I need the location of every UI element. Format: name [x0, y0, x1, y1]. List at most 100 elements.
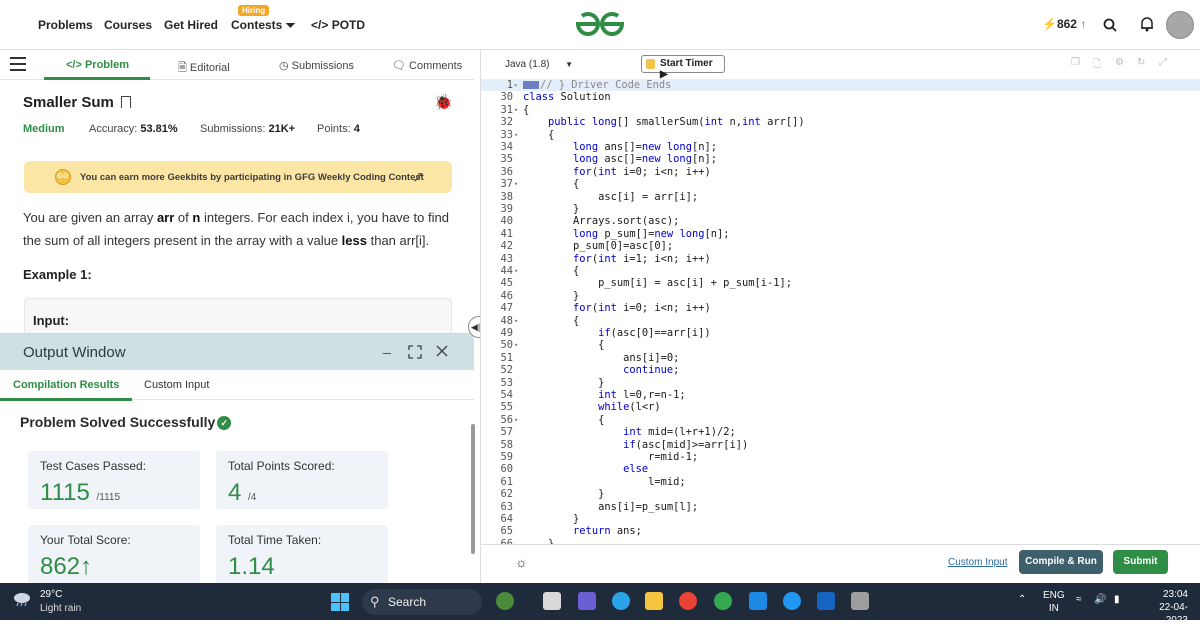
code-line[interactable]: 42 p_sum[0]=asc[0]; — [481, 240, 1200, 252]
code-line[interactable]: 38 asc[i] = arr[i]; — [481, 191, 1200, 203]
tab-comments[interactable]: 🗨 Comments — [392, 59, 462, 72]
code-line[interactable]: 48 ▾ { — [481, 315, 1200, 327]
code-line[interactable]: 45 p_sum[i] = asc[i] + p_sum[i-1]; — [481, 277, 1200, 289]
store-icon[interactable] — [749, 592, 767, 610]
code-line[interactable]: 32 public long[] smallerSum(int n,int ar… — [481, 116, 1200, 128]
clock[interactable]: 23:04 22-04-2023 — [1138, 588, 1188, 627]
language-select[interactable]: Java (1.8) ▼ — [501, 56, 577, 74]
code-line[interactable]: 60 else — [481, 463, 1200, 475]
start-timer-button[interactable]: Start Timer ▶ — [641, 55, 725, 80]
code-line[interactable]: 54 int l=0,r=n-1; — [481, 389, 1200, 401]
reset-icon[interactable]: ↻ — [1137, 57, 1145, 68]
code-line[interactable]: 65 return ans; — [481, 525, 1200, 537]
custom-input-link[interactable]: Custom Input — [948, 557, 1007, 568]
code-line[interactable]: 63 ans[i]=p_sum[l]; — [481, 501, 1200, 513]
copy-icon[interactable]: ❐ — [1071, 57, 1080, 68]
bell-icon[interactable] — [1140, 16, 1154, 32]
external-link-icon[interactable]: ↗ — [412, 168, 425, 186]
bug-report-icon[interactable]: 🐞 — [434, 93, 453, 111]
code-line[interactable]: 1 ▸ // } Driver Code Ends — [481, 79, 1200, 92]
fold-arrow-icon[interactable]: ▾ — [514, 129, 518, 141]
code-line[interactable]: 36 for(int i=0; i<n; i++) — [481, 166, 1200, 178]
file-icon[interactable]: 🗋 — [1093, 57, 1101, 74]
code-line[interactable]: 41 long p_sum[]=new long[n]; — [481, 228, 1200, 240]
score-indicator[interactable]: ⚡862 ↑ — [1042, 17, 1086, 31]
tab-custom-input[interactable]: Custom Input — [144, 379, 209, 391]
code-line[interactable]: 37 ▾ { — [481, 178, 1200, 190]
help-icon[interactable] — [783, 592, 801, 610]
close-icon[interactable] — [436, 345, 448, 357]
submit-button[interactable]: Submit — [1113, 550, 1168, 574]
weather-temp[interactable]: 29°C — [40, 589, 62, 600]
code-line[interactable]: 58 if(asc[mid]>=arr[i]) — [481, 439, 1200, 451]
code-line[interactable]: 33 ▾ { — [481, 129, 1200, 141]
geekbits-banner[interactable]: GG You can earn more Geekbits by partici… — [24, 161, 452, 193]
expand-icon[interactable] — [408, 345, 422, 359]
menu-icon[interactable] — [10, 57, 26, 71]
code-line[interactable]: 61 l=mid; — [481, 476, 1200, 488]
settings-icon[interactable]: ⚙ — [1115, 57, 1124, 68]
fold-arrow-icon[interactable]: ▸ — [514, 79, 518, 91]
fold-arrow-icon[interactable]: ▾ — [514, 339, 518, 351]
minimize-icon[interactable]: _ — [383, 338, 391, 354]
tab-submissions[interactable]: ◷ Submissions — [279, 59, 354, 72]
code-line[interactable]: 47 for(int i=0; i<n; i++) — [481, 302, 1200, 314]
code-area[interactable]: 1 ▸// } Driver Code Ends 30 class Solution 3… — [481, 79, 1200, 544]
code-line[interactable]: 34 long ans[]=new long[n]; — [481, 141, 1200, 153]
code-line[interactable]: 53 } — [481, 377, 1200, 389]
chevron-up-icon[interactable]: ⌃ — [1018, 594, 1026, 605]
bookmark-icon[interactable] — [121, 96, 131, 108]
code-line[interactable]: 49 if(asc[0]==arr[i]) — [481, 327, 1200, 339]
file-explorer-icon[interactable] — [645, 592, 663, 610]
code-line[interactable]: 46 } — [481, 290, 1200, 302]
code-line[interactable]: 31 ▾ { — [481, 104, 1200, 116]
tab-editorial[interactable]: 🗎 Editorial — [178, 59, 230, 78]
nav-potd[interactable]: </> POTD — [311, 18, 365, 32]
task-view-icon[interactable] — [543, 592, 561, 610]
battery-icon[interactable]: ▮ — [1114, 594, 1120, 605]
weather-desc[interactable]: Light rain — [40, 603, 81, 614]
code-line[interactable]: 30 class Solution — [481, 91, 1200, 103]
search-icon[interactable] — [1103, 18, 1117, 32]
camera-icon[interactable] — [851, 592, 869, 610]
code-line[interactable]: 44 ▾ { — [481, 265, 1200, 277]
code-line[interactable]: 40 Arrays.sort(asc); — [481, 215, 1200, 227]
code-line[interactable]: 57 int mid=(l+r+1)/2; — [481, 426, 1200, 438]
compile-run-button[interactable]: Compile & Run — [1019, 550, 1103, 574]
fold-arrow-icon[interactable]: ▾ — [514, 104, 518, 116]
fullscreen-icon[interactable]: ⤢ — [1159, 57, 1167, 68]
language-indicator[interactable]: ENG IN — [1043, 589, 1065, 615]
code-line[interactable]: 43 for(int i=1; i<n; i++) — [481, 253, 1200, 265]
gfg-logo[interactable] — [574, 10, 626, 38]
tab-problem[interactable]: </> Problem — [66, 59, 129, 71]
code-line[interactable]: 56 ▾ { — [481, 414, 1200, 426]
edge-icon[interactable] — [612, 592, 630, 610]
code-line[interactable]: 35 long asc[]=new long[n]; — [481, 153, 1200, 165]
code-line[interactable]: 55 while(l<r) — [481, 401, 1200, 413]
fold-arrow-icon[interactable]: ▾ — [514, 414, 518, 426]
output-scrollbar[interactable] — [471, 424, 475, 554]
fold-arrow-icon[interactable]: ▾ — [514, 265, 518, 277]
mysql-icon[interactable] — [817, 592, 835, 610]
volume-icon[interactable]: 🔊 — [1094, 594, 1106, 605]
chrome-icon[interactable] — [679, 592, 697, 610]
chrome-profile-icon[interactable] — [714, 592, 732, 610]
nav-problems[interactable]: Problems — [38, 18, 93, 32]
nav-get-hired[interactable]: Get Hired — [164, 18, 218, 32]
lightbulb-icon[interactable]: ☼ — [515, 554, 528, 570]
nav-contests[interactable]: Contests ⏷ — [231, 18, 295, 33]
folded-region-marker[interactable] — [523, 81, 539, 89]
code-line[interactable]: 50 ▾ { — [481, 339, 1200, 351]
code-line[interactable]: 62 } — [481, 488, 1200, 500]
code-line[interactable]: 59 r=mid-1; — [481, 451, 1200, 463]
code-line[interactable]: 51 ans[i]=0; — [481, 352, 1200, 364]
fold-arrow-icon[interactable]: ▾ — [514, 315, 518, 327]
avatar[interactable] — [1166, 11, 1194, 39]
chat-icon[interactable] — [578, 592, 596, 610]
code-line[interactable]: 64 } — [481, 513, 1200, 525]
widgets-icon[interactable] — [496, 592, 514, 610]
code-line[interactable]: 39 } — [481, 203, 1200, 215]
nav-courses[interactable]: Courses — [104, 18, 152, 32]
taskbar-search[interactable]: ⚲ Search — [362, 589, 482, 615]
rain-cloud-icon[interactable] — [12, 591, 32, 607]
